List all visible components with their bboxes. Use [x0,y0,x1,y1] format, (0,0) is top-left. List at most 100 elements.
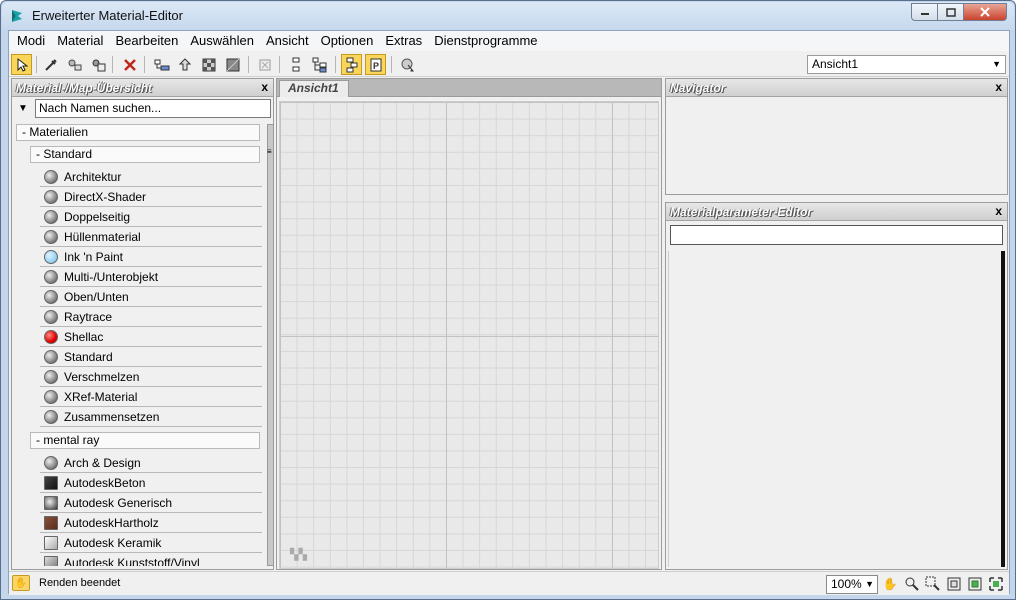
toolbar-separator [335,56,336,73]
zoom-button[interactable] [902,574,922,594]
group-mental-ray[interactable]: - mental ray [30,432,260,449]
list-item[interactable]: AutodeskHartholz [40,513,262,533]
parameter-editor-icon: P [370,58,381,71]
list-item[interactable]: Verschmelzen [40,367,262,387]
select-tool-button[interactable] [11,54,32,75]
parameter-editor-header: Materialparameter-Editor x [666,203,1007,221]
maximize-view-button[interactable] [986,574,1006,594]
material-label: Autodesk Generisch [64,495,173,510]
toolbar: P Ansicht1 ▼ [9,52,1009,77]
minimize-button[interactable] [911,3,937,21]
material-name-input[interactable] [670,225,1003,245]
material-label: Autodesk Keramik [64,535,162,550]
background-button[interactable] [222,54,243,75]
list-item[interactable]: Zusammensetzen [40,407,262,427]
parameter-editor-button[interactable]: P [365,54,386,75]
scrollbar-thumb[interactable] [267,124,274,566]
view-tab-strip: Ansicht1 [277,79,661,97]
parameter-scrollbar[interactable] [1001,251,1005,567]
pick-material-button[interactable] [40,54,61,75]
list-item[interactable]: DirectX-Shader [40,187,262,207]
material-swatch-icon [44,189,58,204]
title-bar[interactable]: Erweiterter Material-Editor [2,2,1014,30]
list-item[interactable]: Ink 'n Paint [40,247,262,267]
tab-ansicht1[interactable]: Ansicht1 [279,80,349,97]
hide-unused-button[interactable] [309,54,330,75]
material-label: Raytrace [64,309,113,324]
material-label: Standard [64,349,113,364]
show-map-button[interactable] [254,54,275,75]
show-end-result-button[interactable] [341,54,362,75]
material-swatch-icon [44,455,58,470]
close-navigator-button[interactable]: x [995,80,1002,94]
parameter-editor-title: Materialparameter-Editor [670,205,813,219]
pan-button[interactable]: ✋ [880,574,900,594]
maximize-view-icon [989,577,1003,591]
delete-button[interactable] [119,54,140,75]
delete-icon [123,58,136,71]
material-map-browser: Material-/Map-Übersicht x ▼ Nach Namen s… [11,78,274,570]
list-item[interactable]: Shellac [40,327,262,347]
material-label: Hüllenmaterial [64,229,141,244]
move-children-button[interactable] [174,54,195,75]
menu-material[interactable]: Material [51,31,109,51]
pan-hand-icon: ✋ [882,577,898,591]
group-materialien[interactable]: - Materialien [16,124,260,141]
layout-children-icon [154,59,169,70]
zoom-extents-button[interactable] [944,574,964,594]
list-item[interactable]: Autodesk Generisch [40,493,262,513]
list-item[interactable]: Raytrace [40,307,262,327]
list-item[interactable]: XRef-Material [40,387,262,407]
maximize-button[interactable] [937,3,963,21]
material-swatch-icon [44,535,58,550]
list-item[interactable]: Arch & Design [40,453,262,473]
menu-bearbeiten[interactable]: Bearbeiten [109,31,184,51]
zoom-region-button[interactable] [923,574,943,594]
view-select-value: Ansicht1 [812,57,859,71]
list-item[interactable]: Autodesk Kunststoff/Vinyl [40,553,262,566]
material-swatch-icon [44,495,58,510]
assign-material-button[interactable] [64,54,85,75]
list-item[interactable]: Hüllenmaterial [40,227,262,247]
layout-all-button[interactable] [285,54,306,75]
maximize-icon [945,7,956,17]
close-browser-button[interactable]: x [261,80,268,94]
browser-scrollbar[interactable] [267,124,274,566]
menu-auswaehlen[interactable]: Auswählen [184,31,260,51]
node-view-canvas[interactable]: ▚▚ [279,101,659,569]
group-standard[interactable]: - Standard [30,146,260,163]
menu-dienstprogramme[interactable]: Dienstprogramme [428,31,543,51]
browser-header: Material-/Map-Übersicht x [12,79,273,97]
zoom-dropdown[interactable]: 100% ▼ [826,575,878,594]
material-swatch-icon [44,209,58,224]
window-controls [911,3,1007,22]
material-tree: - Materialien - Standard Architektur Dire… [14,124,266,566]
list-item[interactable]: Doppelseitig [40,207,262,227]
menu-modi[interactable]: Modi [11,31,51,51]
material-swatch-icon [44,229,58,244]
checker-preview-button[interactable] [198,54,219,75]
zoom-extents-selected-button[interactable] [965,574,985,594]
list-item[interactable]: Autodesk Keramik [40,533,262,553]
list-item[interactable]: Standard [40,347,262,367]
menu-extras[interactable]: Extras [379,31,428,51]
material-label: Architektur [64,169,122,184]
list-item[interactable]: Multi-/Unterobjekt [40,267,262,287]
layout-children-button[interactable] [151,54,172,75]
filter-menu-icon[interactable]: ▼ [18,103,28,114]
search-input[interactable]: Nach Namen suchen... [35,99,271,118]
list-item[interactable]: Oben/Unten [40,287,262,307]
close-parameter-editor-button[interactable]: x [995,204,1002,218]
list-item[interactable]: Architektur [40,167,262,187]
menu-ansicht[interactable]: Ansicht [260,31,315,51]
list-item[interactable]: AutodeskBeton [40,473,262,493]
parameter-editor-panel: Materialparameter-Editor x [665,202,1008,570]
select-by-material-button[interactable] [397,54,418,75]
window-title: Erweiterter Material-Editor [32,8,183,23]
menu-optionen[interactable]: Optionen [315,31,380,51]
put-to-library-button[interactable] [88,54,109,75]
material-swatch-icon [44,289,58,304]
navigator-panel: Navigator x [665,78,1008,195]
view-select-dropdown[interactable]: Ansicht1 ▼ [807,55,1006,74]
close-window-button[interactable] [963,3,1007,21]
